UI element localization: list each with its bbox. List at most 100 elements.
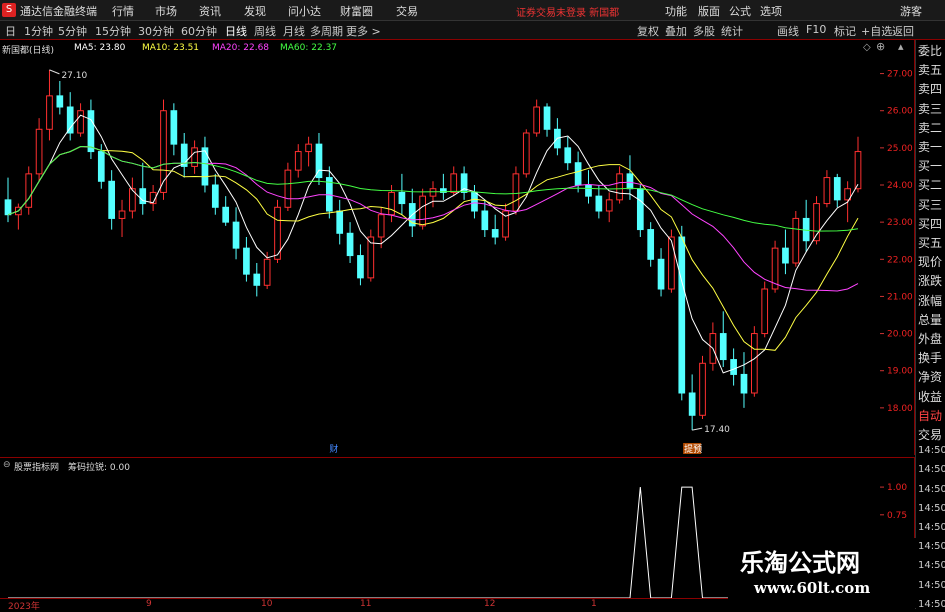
side-panel-item: 外盘 [918, 332, 943, 346]
side-panel-item: 现价 [918, 255, 943, 270]
ma10-line [7, 145, 859, 351]
candle-body [191, 147, 198, 167]
kline-chart[interactable]: 27.00 26.00 25.00 24.00 23.00 22.00 21.00 20.00… [0, 40, 914, 455]
high-annotation: 27.10 [61, 71, 87, 81]
period-day-short[interactable]: 日 [5, 23, 16, 39]
candle-body [263, 258, 271, 286]
login-notice[interactable]: 证券交易未登录 新国都 [516, 4, 619, 19]
candle-body [699, 362, 706, 416]
period-30min[interactable]: 30分钟 [138, 23, 174, 39]
multi-stock-button[interactable]: 多股 [693, 23, 715, 39]
side-panel-item: 卖三 [918, 101, 943, 116]
side-panel-item: 收益 [918, 389, 943, 404]
ind-y-tick-label: 0.75 [887, 511, 907, 521]
menu-item[interactable]: 市场 [155, 3, 177, 19]
f10-button[interactable]: F10 [806, 23, 826, 36]
candle-body [357, 255, 364, 279]
y-tick-label: 25.00 [887, 144, 913, 154]
period-monthly[interactable]: 月线 [283, 23, 305, 39]
x-label: 9 [146, 599, 152, 609]
x-label: 2023年 [8, 602, 40, 612]
candle-body [429, 188, 437, 197]
menu-item[interactable]: 问小达 [288, 3, 321, 19]
menu-options[interactable]: 选项 [760, 3, 782, 19]
candle-body [823, 177, 831, 205]
period-daily[interactable]: 日线 [225, 23, 247, 39]
candle-body [854, 151, 862, 190]
y-tick-label: 22.00 [887, 255, 913, 265]
overlay-button[interactable]: 叠加 [665, 23, 687, 39]
menu-item[interactable]: 行情 [112, 3, 134, 19]
draw-line-button[interactable]: 画线 [777, 23, 799, 39]
side-panel-item: 交易 [918, 428, 943, 442]
side-panel-item: 买四 [918, 216, 943, 231]
menu-item[interactable]: 财富圈 [340, 3, 373, 19]
period-multi[interactable]: 多周期 [310, 23, 343, 39]
menu-layout[interactable]: 版面 [698, 3, 720, 19]
ma20-line [7, 145, 859, 292]
candle-body [833, 177, 841, 201]
period-5min[interactable]: 5分钟 [58, 23, 87, 39]
side-panel-item: 总量 [918, 312, 943, 327]
side-panel-item: 买二 [918, 178, 943, 193]
finance-event-marker[interactable]: 财 [329, 443, 338, 455]
side-panel-item: 14:50 [918, 483, 945, 495]
menu-item[interactable]: 资讯 [199, 3, 221, 19]
period-weekly[interactable]: 周线 [254, 23, 276, 39]
period-15min[interactable]: 15分钟 [95, 23, 131, 39]
side-panel-item: 委比 [918, 44, 943, 58]
forecast-event-marker[interactable]: 提预 [684, 444, 702, 455]
candle-body [522, 132, 530, 175]
candle-body [585, 184, 592, 197]
side-panel-item: 买五 [918, 236, 943, 250]
app-title: 通达信金融终端 [20, 5, 97, 18]
candle-body [77, 110, 84, 134]
period-60min[interactable]: 60分钟 [181, 23, 217, 39]
statistics-button[interactable]: 统计 [721, 23, 743, 39]
candle-body [730, 359, 737, 375]
menu-function[interactable]: 功能 [665, 3, 687, 19]
side-panel-item: 净资 [918, 370, 943, 385]
candle-body [4, 199, 12, 216]
menu-item[interactable]: 交易 [396, 3, 418, 19]
candle-body [243, 247, 250, 275]
restore-rights-button[interactable]: 复权 [637, 23, 659, 39]
x-label: 1 [591, 599, 597, 609]
candle-body [160, 110, 167, 193]
y-tick-label: 27.00 [887, 70, 913, 80]
candle-body [481, 210, 489, 231]
period-more[interactable]: 更多 > [346, 23, 381, 39]
candle-body [294, 151, 302, 171]
candle-body [232, 221, 240, 249]
mark-button[interactable]: 标记 [834, 23, 856, 39]
menu-guest[interactable]: 游客 [900, 3, 922, 19]
side-panel-item: 14:50 [918, 598, 945, 610]
back-button[interactable]: 返回 [892, 23, 914, 39]
menu-formula[interactable]: 公式 [729, 3, 751, 19]
candle-body [35, 128, 43, 175]
candle-body [87, 110, 95, 153]
candle-body [678, 236, 686, 394]
candle-body [66, 106, 74, 134]
candle-body [657, 258, 665, 290]
candle-body [97, 151, 105, 182]
candle-body [595, 195, 603, 212]
side-panel-item: 14:50 [918, 464, 945, 476]
candle-body [450, 173, 458, 193]
period-1min[interactable]: 1分钟 [24, 23, 53, 39]
candle-body [605, 199, 613, 212]
candle-body [564, 147, 572, 164]
add-watchlist-button[interactable]: +自选 [861, 23, 892, 39]
low-annotation: 17.40 [704, 425, 730, 435]
candle-body [211, 184, 219, 208]
candle-body [419, 195, 426, 227]
side-panel-item: 卖五 [918, 63, 943, 78]
candle-body [740, 373, 748, 394]
candle-body [647, 229, 655, 260]
watermark-title: 乐淘公式网 [740, 548, 860, 577]
candle-body [346, 232, 354, 257]
y-tick-label: 23.00 [887, 218, 913, 228]
candle-body [543, 106, 551, 130]
y-tick-label: 18.00 [887, 404, 913, 414]
menu-item[interactable]: 发现 [244, 3, 266, 19]
